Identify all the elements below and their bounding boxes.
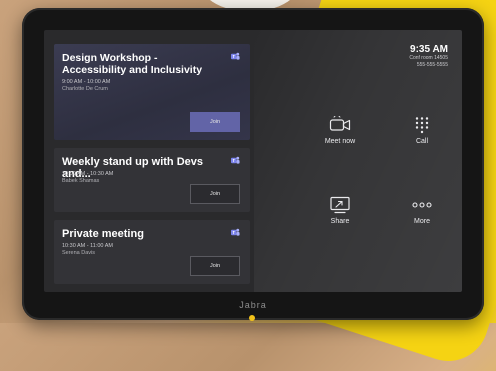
meeting-time: 9:00 AM - 10:00 AM [62,79,111,85]
meet-now-button[interactable]: Meet now [310,116,370,145]
meeting-card-featured[interactable]: Design Workshop - Accessibility and Incl… [54,44,250,140]
clock-time: 9:35 AM [410,44,448,55]
meeting-time: 10:30 AM - 11:00 AM [62,243,113,249]
dialpad-icon [415,117,429,134]
status-led [249,315,255,321]
more-label: More [414,218,430,225]
meet-now-label: Meet now [324,138,356,145]
screen-glare [254,30,462,292]
meeting-time: 10:00 AM - 10:30 AM [62,171,114,177]
room-phone: 555-555-5555 [416,62,448,68]
device-brand-logo: Jabra [239,300,267,310]
teams-icon [231,52,240,60]
more-button[interactable]: More [392,196,452,225]
status-panel: 9:35 AM Conf room 14505 555-555-5555 [409,44,448,69]
meeting-title: Design Workshop - Accessibility and Incl… [62,52,203,76]
more-dots-icon [412,202,432,208]
share-label: Share [330,218,350,225]
screen-share-icon [330,196,350,214]
device-screen: Design Workshop - Accessibility and Incl… [44,30,462,292]
meeting-card[interactable]: Private meeting 10:30 AM - 11:00 AM Sere… [54,220,250,284]
meeting-host: Babek Shamas [62,178,100,184]
meeting-card[interactable]: Weekly stand up with Devs and... 10:00 A… [54,148,250,212]
meeting-host: Charlotte De Crum [62,86,108,92]
room-name: Conf room 14505 [409,55,448,61]
join-button[interactable]: Join [190,256,240,276]
call-label: Call [415,138,429,145]
video-camera-icon [329,116,351,131]
join-button[interactable]: Join [190,184,240,204]
call-button[interactable]: Call [392,116,452,145]
device-bezel: Design Workshop - Accessibility and Incl… [22,8,484,321]
teams-icon [231,156,240,164]
share-button[interactable]: Share [310,196,370,225]
meeting-host: Serena Davis [62,250,96,256]
teams-icon [231,228,240,236]
join-button[interactable]: Join [190,112,240,132]
meeting-title: Private meeting [62,228,144,240]
